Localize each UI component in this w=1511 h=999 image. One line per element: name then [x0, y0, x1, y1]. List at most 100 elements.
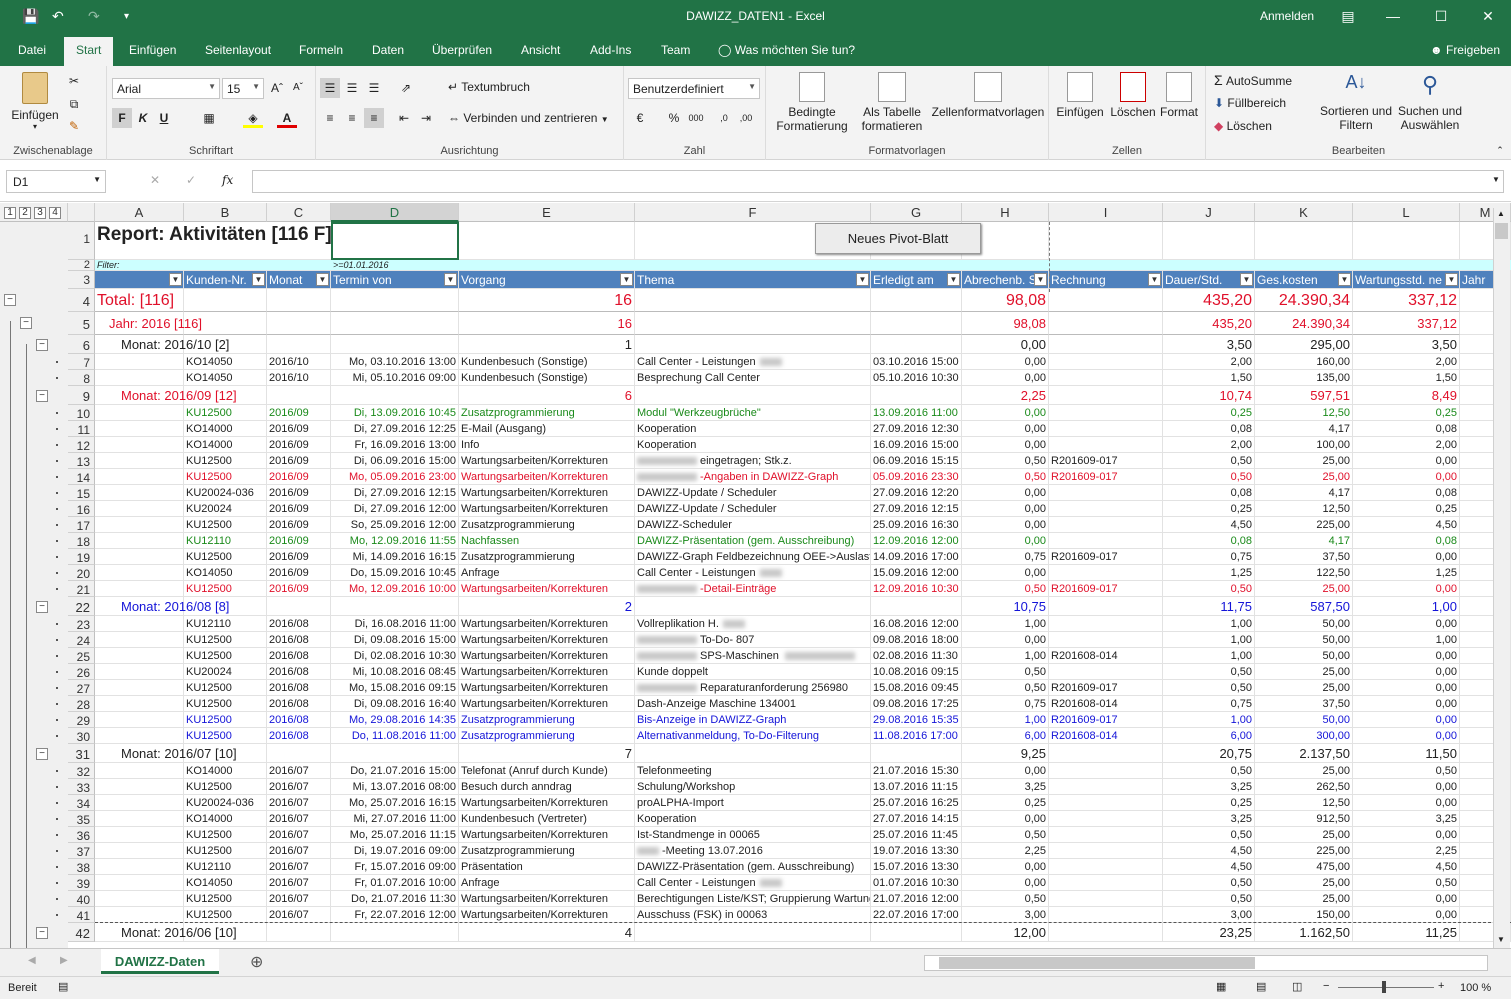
enter-icon[interactable]: ✓	[186, 173, 196, 187]
zoom-level[interactable]: 100 %	[1460, 982, 1491, 994]
row-header[interactable]: 16	[68, 501, 95, 517]
cell-a36[interactable]	[95, 827, 184, 843]
cell-e18[interactable]: Nachfassen	[459, 533, 635, 549]
cell-a7[interactable]	[95, 354, 184, 370]
clear-button[interactable]: ◆ Löschen	[1214, 119, 1272, 133]
cell-b18[interactable]: KU12110	[184, 533, 267, 549]
cell-f40[interactable]: Berechtigungen Liste/KST; Gruppierung Wa…	[635, 891, 871, 907]
tab-einfuegen[interactable]: Einfügen	[129, 43, 176, 57]
cell-g12[interactable]: 16.09.2016 15:00	[871, 437, 962, 453]
cell-g35[interactable]: 27.07.2016 14:15	[871, 811, 962, 827]
cell-k29[interactable]: 50,00	[1255, 712, 1353, 728]
row-header[interactable]: 42	[68, 923, 95, 942]
cell-h7[interactable]: 0,00	[962, 354, 1049, 370]
cell-h16[interactable]: 0,00	[962, 501, 1049, 517]
cell-i39[interactable]	[1049, 875, 1163, 891]
column-header-a[interactable]: A	[95, 203, 184, 222]
cell-i13[interactable]: R201609-017	[1049, 453, 1163, 469]
format-cells-button[interactable]: Format	[1157, 72, 1201, 119]
filter-dropdown-icon[interactable]: ▼	[169, 273, 182, 286]
cell-k24[interactable]: 50,00	[1255, 632, 1353, 648]
row-header[interactable]: 41	[68, 907, 95, 923]
cell-k6[interactable]: 295,00	[1255, 335, 1353, 354]
cell-d26[interactable]: Mi, 10.08.2016 08:45	[331, 664, 459, 680]
cell-j10[interactable]: 0,25	[1163, 405, 1255, 421]
cell-e6[interactable]: 1	[459, 335, 635, 354]
cell-l42[interactable]: 11,25	[1353, 923, 1460, 942]
cell-k5[interactable]: 24.390,34	[1255, 312, 1353, 335]
row-header[interactable]: 19	[68, 549, 95, 565]
maximize-icon[interactable]: ☐	[1429, 5, 1453, 27]
cell-c37[interactable]: 2016/07	[267, 843, 331, 859]
increase-decimal-icon[interactable]: ,0	[714, 108, 734, 128]
cell-g40[interactable]: 21.07.2016 12:00	[871, 891, 962, 907]
cell-j33[interactable]: 3,25	[1163, 779, 1255, 795]
cell-c31[interactable]	[267, 744, 331, 763]
cell-l1[interactable]	[1353, 222, 1460, 260]
cell-c33[interactable]: 2016/07	[267, 779, 331, 795]
cell-i24[interactable]	[1049, 632, 1163, 648]
cell-c16[interactable]: 2016/09	[267, 501, 331, 517]
cell-b23[interactable]: KU12110	[184, 616, 267, 632]
cell-g32[interactable]: 21.07.2016 15:30	[871, 763, 962, 779]
cell-l40[interactable]: 0,00	[1353, 891, 1460, 907]
selected-cell-d1[interactable]	[331, 222, 459, 260]
column-header-f[interactable]: F	[635, 203, 871, 222]
filter-dropdown-icon[interactable]: ▼	[1445, 273, 1458, 286]
cell-f14[interactable]: -Angaben in DAWIZZ-Graph	[635, 469, 871, 485]
cell-c35[interactable]: 2016/07	[267, 811, 331, 827]
cell-k32[interactable]: 25,00	[1255, 763, 1353, 779]
cell-a39[interactable]	[95, 875, 184, 891]
cell-l32[interactable]: 0,50	[1353, 763, 1460, 779]
column-header-b[interactable]: B	[184, 203, 267, 222]
cell-c41[interactable]: 2016/07	[267, 907, 331, 923]
cell-h33[interactable]: 3,25	[962, 779, 1049, 795]
cell-e39[interactable]: Anfrage	[459, 875, 635, 891]
cell-i10[interactable]	[1049, 405, 1163, 421]
outline-level-4[interactable]: 4	[49, 207, 61, 219]
cell-g41[interactable]: 22.07.2016 17:00	[871, 907, 962, 923]
cell-j36[interactable]: 0,50	[1163, 827, 1255, 843]
zoom-out-icon[interactable]: −	[1323, 980, 1329, 992]
cell-a30[interactable]	[95, 728, 184, 744]
cell-e12[interactable]: Info	[459, 437, 635, 453]
row-header[interactable]: 8	[68, 370, 95, 386]
cell-a10[interactable]	[95, 405, 184, 421]
cell-h13[interactable]: 0,50	[962, 453, 1049, 469]
delete-cells-button[interactable]: Löschen	[1109, 72, 1157, 119]
cell-c38[interactable]: 2016/07	[267, 859, 331, 875]
cell-i17[interactable]	[1049, 517, 1163, 533]
cell-b37[interactable]: KU12500	[184, 843, 267, 859]
cell-g27[interactable]: 15.08.2016 09:45	[871, 680, 962, 696]
cell-h27[interactable]: 0,50	[962, 680, 1049, 696]
cell-d11[interactable]: Di, 27.09.2016 12:25	[331, 421, 459, 437]
cell-b36[interactable]: KU12500	[184, 827, 267, 843]
row-header[interactable]: 5	[68, 312, 95, 335]
cell-f8[interactable]: Besprechung Call Center	[635, 370, 871, 386]
borders-icon[interactable]: ▦	[199, 108, 219, 128]
cell-d39[interactable]: Fr, 01.07.2016 10:00	[331, 875, 459, 891]
cell-d24[interactable]: Di, 09.08.2016 15:00	[331, 632, 459, 648]
cell-j17[interactable]: 4,50	[1163, 517, 1255, 533]
cell-k23[interactable]: 50,00	[1255, 616, 1353, 632]
cell-l26[interactable]: 0,00	[1353, 664, 1460, 680]
cell-l22[interactable]: 1,00	[1353, 597, 1460, 616]
row-header[interactable]: 27	[68, 680, 95, 696]
cell-k4[interactable]: 24.390,34	[1255, 289, 1353, 312]
column-header-j[interactable]: J	[1163, 203, 1255, 222]
cell-e22[interactable]: 2	[459, 597, 635, 616]
cell-a21[interactable]	[95, 581, 184, 597]
cell-d9[interactable]	[331, 386, 459, 405]
cell-b20[interactable]: KO14050	[184, 565, 267, 581]
cell-e35[interactable]: Kundenbesuch (Vertreter)	[459, 811, 635, 827]
cell-c36[interactable]: 2016/07	[267, 827, 331, 843]
row-header[interactable]: 36	[68, 827, 95, 843]
cell-a19[interactable]	[95, 549, 184, 565]
zoom-in-icon[interactable]: +	[1438, 980, 1444, 992]
tab-formeln[interactable]: Formeln	[299, 43, 343, 57]
tab-ueberpruefen[interactable]: Überprüfen	[432, 43, 492, 57]
cell-l13[interactable]: 0,00	[1353, 453, 1460, 469]
zoom-slider[interactable]	[1338, 987, 1434, 988]
cell-a13[interactable]	[95, 453, 184, 469]
cell-h42[interactable]: 12,00	[962, 923, 1049, 942]
